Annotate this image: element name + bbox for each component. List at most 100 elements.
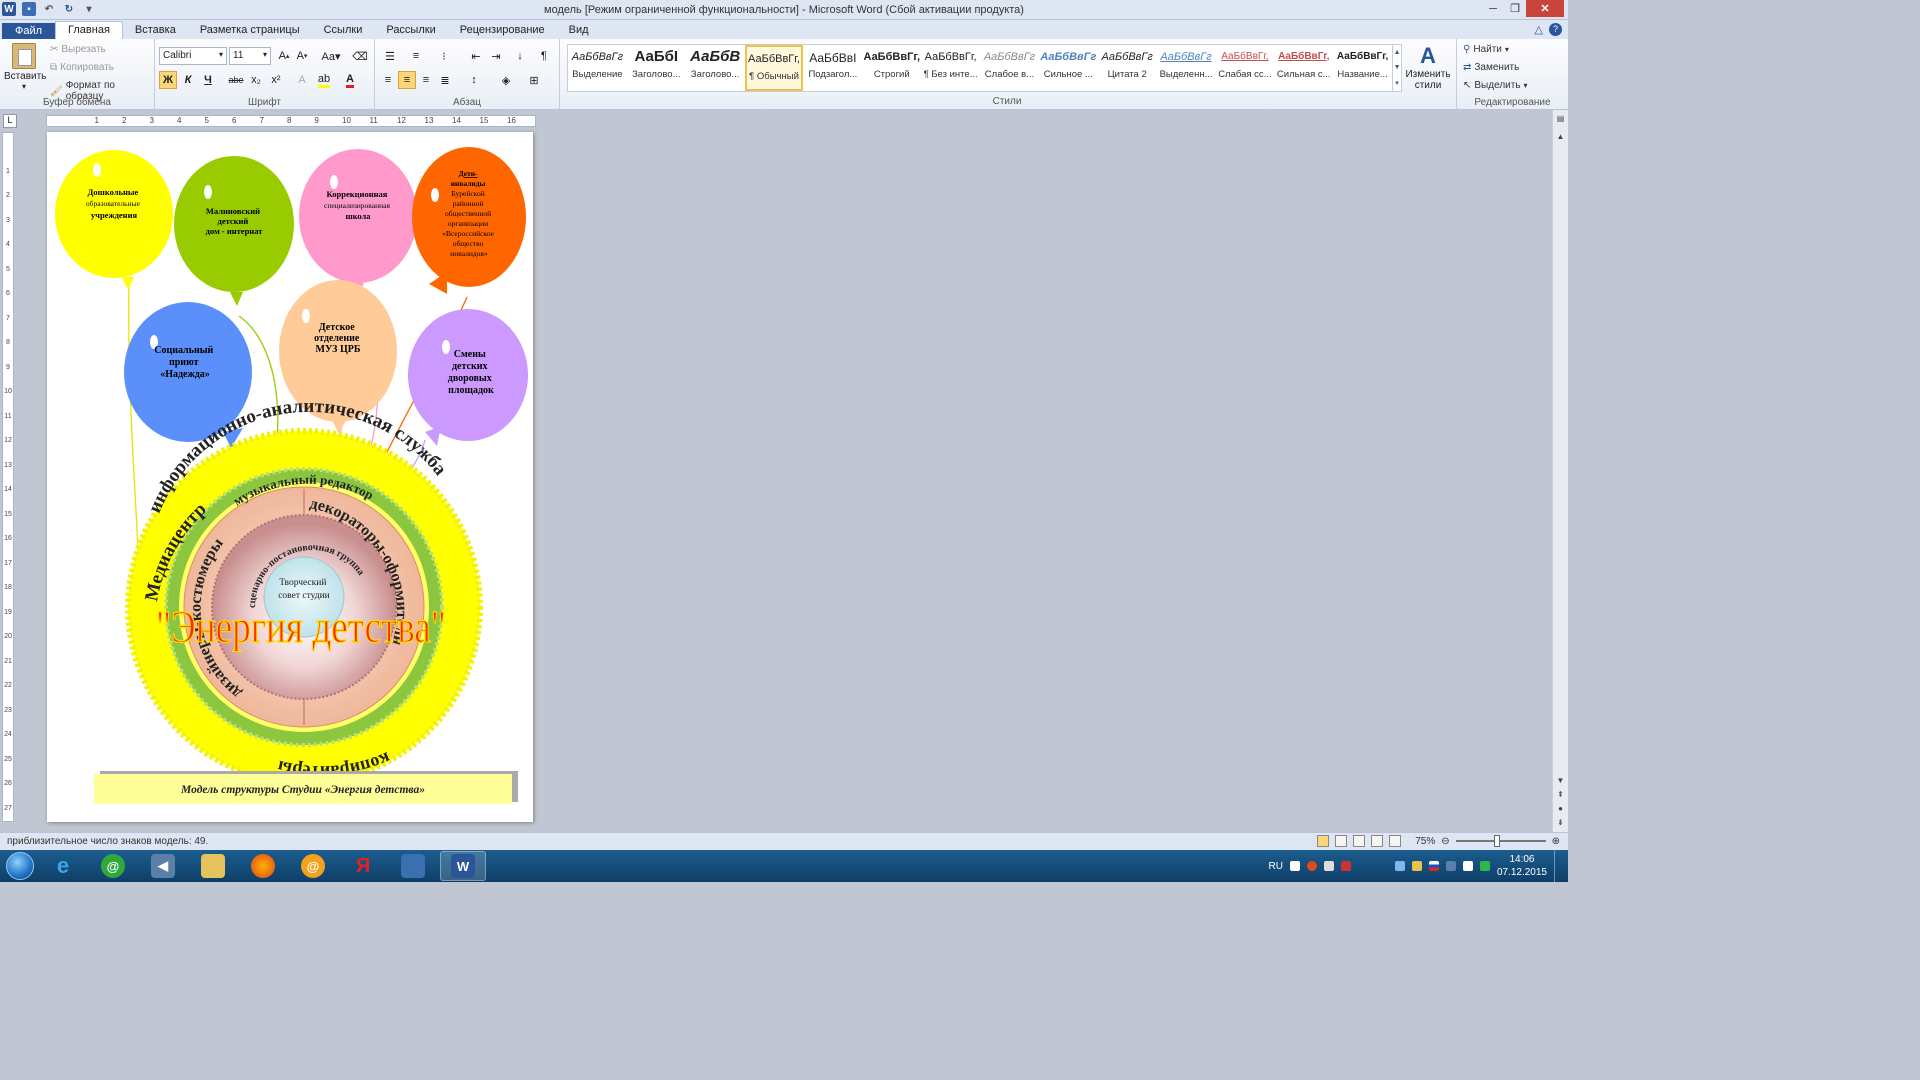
- more-styles-icon[interactable]: ▾: [1395, 79, 1399, 87]
- zoom-level[interactable]: 75%: [1415, 836, 1435, 847]
- style-subtle-reference[interactable]: АаБбВвГг, Слабая сс...: [1215, 45, 1274, 91]
- find-button[interactable]: ⚲ Найти ▾: [1463, 44, 1509, 55]
- align-right-icon[interactable]: ≡: [417, 71, 435, 89]
- font-name-combo[interactable]: Calibri ▾: [159, 47, 227, 65]
- taskbar-firefox[interactable]: [240, 851, 286, 881]
- taskbar-mail[interactable]: @: [290, 851, 336, 881]
- subscript-button[interactable]: x₂: [247, 71, 265, 89]
- style-strong[interactable]: АаБбВвГг, Строгий: [862, 45, 921, 91]
- select-button[interactable]: ↖ Выделить ▾: [1463, 80, 1528, 91]
- numbering-icon[interactable]: ≡: [407, 47, 425, 65]
- windows-flag-icon[interactable]: [1289, 861, 1300, 871]
- justify-icon[interactable]: ≣: [436, 71, 454, 89]
- print-layout-view-button[interactable]: [1317, 835, 1330, 847]
- bullets-icon[interactable]: ☰: [381, 47, 399, 65]
- scroll-up-icon[interactable]: ▲: [1394, 49, 1401, 56]
- style-subtitle[interactable]: АаБбВвІ Подзагол...: [803, 45, 862, 91]
- tab-selector[interactable]: L: [3, 114, 17, 128]
- style-heading1[interactable]: АаБбІ Заголово...: [627, 45, 686, 91]
- decrease-indent-icon[interactable]: ⇤: [467, 47, 485, 65]
- horizontal-ruler[interactable]: 1234567891011121314151617: [46, 115, 536, 127]
- style-intense-reference[interactable]: АаБбВвГг, Сильная с...: [1274, 45, 1333, 91]
- taskbar-network[interactable]: [390, 851, 436, 881]
- power-icon[interactable]: [1479, 861, 1490, 871]
- show-desktop-button[interactable]: [1554, 850, 1564, 882]
- style-intense-quote[interactable]: АаБбВвГг Выделенн...: [1157, 45, 1216, 91]
- style-quote2[interactable]: АаБбВвГг Цитата 2: [1098, 45, 1157, 91]
- replace-button[interactable]: ⇄ Заменить: [1463, 62, 1519, 73]
- scroll-up-arrow[interactable]: ▲: [1555, 132, 1566, 141]
- text-effects-icon[interactable]: A: [293, 71, 311, 89]
- outline-view-button[interactable]: [1371, 835, 1384, 847]
- vertical-scrollbar[interactable]: ▤ ▲ ▼ ⇞ ● ⇟: [1552, 110, 1568, 832]
- scroll-down-arrow[interactable]: ▼: [1555, 776, 1566, 785]
- paste-button[interactable]: Вставить ▾: [4, 43, 46, 91]
- superscript-button[interactable]: x²: [267, 71, 285, 89]
- style-normal[interactable]: АаБбВвГг, ¶ Обычный: [744, 45, 804, 91]
- style-heading2[interactable]: АаБбВ Заголово...: [686, 45, 745, 91]
- web-layout-view-button[interactable]: [1353, 835, 1366, 847]
- select-browse-icon[interactable]: ●: [1555, 804, 1566, 813]
- tab-view[interactable]: Вид: [557, 22, 601, 39]
- clear-formatting-icon[interactable]: ⌫: [351, 47, 369, 65]
- tab-home[interactable]: Главная: [55, 21, 123, 39]
- taskbar-media[interactable]: ◀: [140, 851, 186, 881]
- taskbar-word[interactable]: W: [440, 851, 486, 881]
- change-case-button[interactable]: Aa▾: [319, 47, 343, 65]
- styles-scroll[interactable]: ▲ ▼ ▾: [1392, 45, 1401, 91]
- volume-icon[interactable]: [1323, 861, 1334, 871]
- shrink-font-button[interactable]: A ▾: [293, 47, 311, 65]
- multilevel-list-icon[interactable]: ⁝: [435, 47, 453, 65]
- font-color-icon[interactable]: A: [341, 71, 359, 89]
- shading-icon[interactable]: ◈: [497, 71, 515, 89]
- clock[interactable]: 14:06 07.12.2015: [1497, 853, 1547, 879]
- taskbar-yandex[interactable]: Я: [340, 851, 386, 881]
- help-icon[interactable]: ?: [1549, 23, 1562, 36]
- flag-ru-icon[interactable]: [1428, 861, 1439, 871]
- strikethrough-button[interactable]: abe: [227, 71, 245, 89]
- style-intense-emphasis[interactable]: АаБбВвГг Сильное ...: [1039, 45, 1098, 91]
- change-styles-button[interactable]: A Изменить стили: [1405, 43, 1451, 91]
- taskbar-agent[interactable]: @: [90, 851, 136, 881]
- draft-view-button[interactable]: [1389, 835, 1402, 847]
- document-page[interactable]: Дошкольные образовательные учреждения Ма…: [47, 132, 533, 822]
- minimize-button[interactable]: ─: [1482, 0, 1504, 17]
- tab-page-layout[interactable]: Разметка страницы: [188, 22, 312, 39]
- tab-references[interactable]: Ссылки: [312, 22, 375, 39]
- tools-icon[interactable]: [1411, 861, 1422, 871]
- start-button[interactable]: [0, 850, 40, 882]
- line-spacing-icon[interactable]: ↕: [465, 71, 483, 89]
- increase-indent-icon[interactable]: ⇥: [487, 47, 505, 65]
- next-page-icon[interactable]: ⇟: [1555, 818, 1566, 827]
- underline-button[interactable]: Ч: [199, 71, 217, 89]
- restore-button[interactable]: ❐: [1504, 0, 1526, 17]
- cut-button[interactable]: ✂ Вырезать: [50, 44, 106, 55]
- network-tray-icon[interactable]: [1394, 861, 1405, 871]
- highlight-icon[interactable]: ab: [315, 71, 333, 89]
- tab-review[interactable]: Рецензирование: [448, 22, 557, 39]
- grow-font-button[interactable]: A ▴: [275, 47, 293, 65]
- action-center-icon[interactable]: [1462, 861, 1473, 871]
- language-indicator[interactable]: RU: [1268, 861, 1282, 872]
- prev-page-icon[interactable]: ⇞: [1555, 790, 1566, 799]
- align-center-icon[interactable]: ≡: [398, 71, 416, 89]
- italic-button[interactable]: К: [179, 71, 197, 89]
- style-no-spacing[interactable]: АаБбВвГг, ¶ Без инте...: [921, 45, 980, 91]
- full-screen-view-button[interactable]: [1335, 835, 1348, 847]
- zoom-out-icon[interactable]: ⊖: [1441, 836, 1449, 847]
- display-icon[interactable]: [1445, 861, 1456, 871]
- minimize-ribbon-icon[interactable]: △: [1535, 23, 1543, 36]
- bold-button[interactable]: Ж: [159, 71, 177, 89]
- sort-icon[interactable]: ↓: [511, 47, 529, 65]
- style-emphasis[interactable]: АаБбВвГг Выделение: [568, 45, 627, 91]
- style-book-title[interactable]: АаБбВвГг, Название...: [1333, 45, 1392, 91]
- font-size-combo[interactable]: 11 ▾: [229, 47, 271, 65]
- copy-button[interactable]: ⧉ Копировать: [50, 62, 114, 73]
- zoom-slider[interactable]: [1455, 835, 1546, 847]
- scroll-down-icon[interactable]: ▼: [1394, 64, 1401, 71]
- tab-mailings[interactable]: Рассылки: [374, 22, 447, 39]
- style-subtle-emphasis[interactable]: АаБбВвГг Слабое в...: [980, 45, 1039, 91]
- zoom-in-icon[interactable]: ⊕: [1552, 836, 1560, 847]
- taskbar-explorer[interactable]: [190, 851, 236, 881]
- tab-insert[interactable]: Вставка: [123, 22, 188, 39]
